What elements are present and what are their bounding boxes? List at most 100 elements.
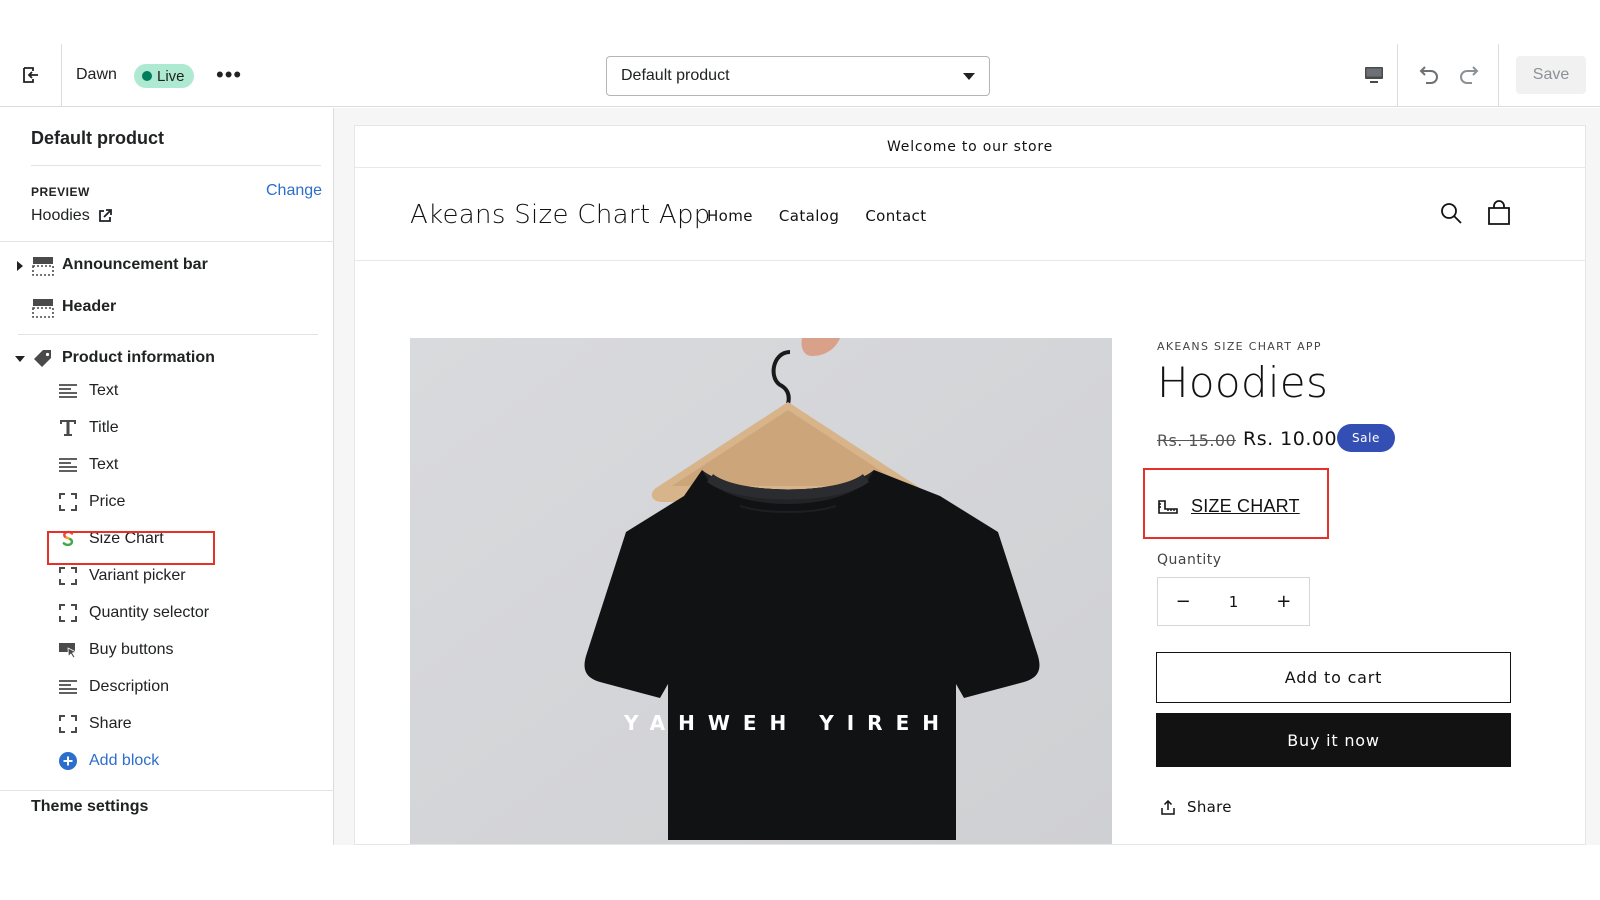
storefront-preview: Welcome to our store Akeans Size Chart A… [354,125,1586,845]
price-sale: Rs. 10.00 [1243,428,1338,450]
live-dot-icon [142,71,152,81]
sale-badge: Sale [1337,424,1395,452]
block-price[interactable]: Price [58,489,318,515]
block-buy-buttons[interactable]: Buy buttons [58,637,318,663]
product-title: Hoodies [1157,358,1329,407]
title-icon [58,418,78,438]
block-text[interactable]: Text [58,452,318,478]
editor-toolbar: Dawn Live ••• Default product Save [0,44,1600,107]
block-description[interactable]: Description [58,674,318,700]
block-frame-icon [58,492,78,512]
add-block-label: Add block [89,752,160,769]
undo-button[interactable] [1413,60,1443,90]
block-variant-picker[interactable]: Variant picker [58,563,318,589]
store-logo[interactable]: Akeans Size Chart App [410,200,711,230]
block-text[interactable]: Text [58,378,318,404]
block-label: Share [89,715,132,732]
nav-link-catalog[interactable]: Catalog [779,207,839,225]
plus-circle-icon [58,751,78,771]
section-label: Product information [62,349,215,366]
tag-icon [34,350,51,367]
block-quantity-selector[interactable]: Quantity selector [58,600,318,626]
undo-icon [1419,66,1438,84]
block-label: Text [89,456,119,473]
add-to-cart-button[interactable]: Add to cart [1156,652,1511,703]
block-label: Description [89,678,170,695]
share-icon [1161,799,1175,815]
desktop-icon [1364,67,1383,83]
theme-name: Dawn [76,66,117,83]
section-header[interactable]: Header [0,294,334,322]
block-label: Buy buttons [89,641,174,658]
search-icon[interactable] [1439,201,1463,225]
chevron-down-icon [963,73,975,80]
block-label: Variant picker [89,567,186,584]
caret-down-icon [15,356,25,362]
text-align-icon [58,455,78,475]
text-align-icon [58,381,78,401]
nav-link-contact[interactable]: Contact [865,207,926,225]
exit-button[interactable] [0,44,62,106]
price-compare-at: Rs. 15.00 [1157,431,1237,450]
highlight-box [1143,468,1329,539]
template-title: Default product [31,128,164,148]
section-product-information[interactable]: Product information [0,345,334,373]
preview-change-link[interactable]: Change [266,182,322,200]
highlight-box [47,531,215,565]
live-status-label: Live [157,67,185,85]
device-preview-button[interactable] [1350,44,1398,106]
caret-right-icon [17,261,23,271]
redo-button[interactable] [1455,60,1485,90]
quantity-label: Quantity [1157,552,1222,568]
block-label: Price [89,493,126,510]
store-header: Akeans Size Chart App Home Catalog Conta… [355,168,1585,261]
quantity-decrease-button[interactable]: − [1158,591,1208,612]
block-title[interactable]: Title [58,415,318,441]
block-label: Quantity selector [89,604,210,621]
divider [0,790,334,791]
preview-canvas: Welcome to our store Akeans Size Chart A… [334,108,1600,845]
block-share[interactable]: Share [58,711,318,737]
product-image[interactable]: YAHWEH YIREH [410,338,1112,844]
more-actions-button[interactable]: ••• [216,62,242,88]
share-label: Share [1187,798,1232,816]
nav-link-home[interactable]: Home [707,207,753,225]
block-frame-icon [58,566,78,586]
divider [31,165,321,166]
preview-label: PREVIEW [31,185,90,199]
exit-icon [22,67,38,83]
divider [18,334,318,335]
layout-section-icon [32,299,54,318]
layout-section-icon [32,257,54,276]
product-vendor: AKEANS SIZE CHART APP [1157,340,1322,353]
preview-product-label: Hoodies [31,207,90,224]
redo-icon [1460,66,1479,84]
block-label: Text [89,382,119,399]
theme-settings-button[interactable]: Theme settings [31,798,148,816]
section-announcement-bar[interactable]: Announcement bar [0,252,334,280]
external-link-icon [98,209,112,223]
add-block-button[interactable]: Add block [58,748,318,774]
block-label: Title [89,419,119,436]
block-frame-icon [58,603,78,623]
template-select-value: Default product [621,67,730,84]
live-status-badge: Live [134,64,194,88]
announcement-bar: Welcome to our store [355,126,1585,168]
save-button[interactable]: Save [1516,56,1586,94]
sidebar: Default product PREVIEW Change Hoodies A… [0,108,334,845]
text-align-icon [58,677,78,697]
quantity-increase-button[interactable]: + [1259,591,1309,612]
cart-icon[interactable] [1487,200,1511,226]
template-select[interactable]: Default product [606,56,990,96]
quantity-input[interactable]: 1 [1208,593,1258,611]
section-label: Header [62,298,117,315]
toolbar-divider [1498,44,1499,106]
section-label: Announcement bar [62,256,208,273]
buy-now-button[interactable]: Buy it now [1156,713,1511,767]
divider [0,241,334,242]
quantity-stepper: − 1 + [1157,577,1310,626]
buy-button-icon [58,640,78,660]
preview-product[interactable]: Hoodies [31,207,112,225]
share-button[interactable]: Share [1161,798,1232,816]
store-nav: Home Catalog Contact [707,207,926,225]
